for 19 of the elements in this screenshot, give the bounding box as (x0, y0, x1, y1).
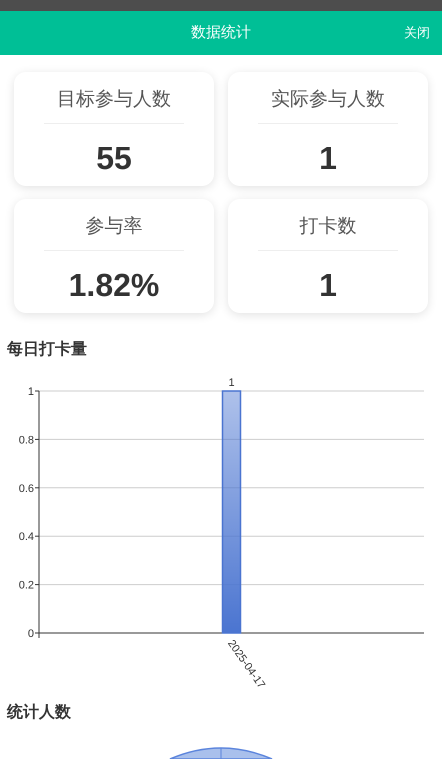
y-tick-label: 0.8 (18, 434, 34, 446)
data-label: 1 (228, 377, 235, 389)
stat-label: 参与率 (44, 213, 184, 250)
stat-value: 1 (319, 266, 337, 304)
section-title: 统计人数 (7, 702, 72, 723)
stat-label: 打卡数 (258, 213, 398, 250)
y-tick-label: 0.2 (18, 580, 34, 592)
stat-label: 目标参与人数 (44, 86, 184, 124)
y-tick-label: 0 (28, 628, 34, 640)
y-tick-label: 0.6 (18, 482, 34, 495)
page-title: 数据统计 (191, 22, 251, 43)
y-tick-label: 0.4 (18, 531, 34, 544)
stat-value: 55 (96, 138, 132, 178)
section-title: 每日打卡量 (7, 340, 88, 360)
close-button[interactable]: 关闭 (404, 23, 430, 42)
stat-value: 1 (319, 138, 337, 178)
y-tick-label: 1 (28, 386, 34, 398)
stat-value: 1.82% (68, 266, 160, 304)
stat-label: 实际参与人数 (258, 86, 398, 124)
